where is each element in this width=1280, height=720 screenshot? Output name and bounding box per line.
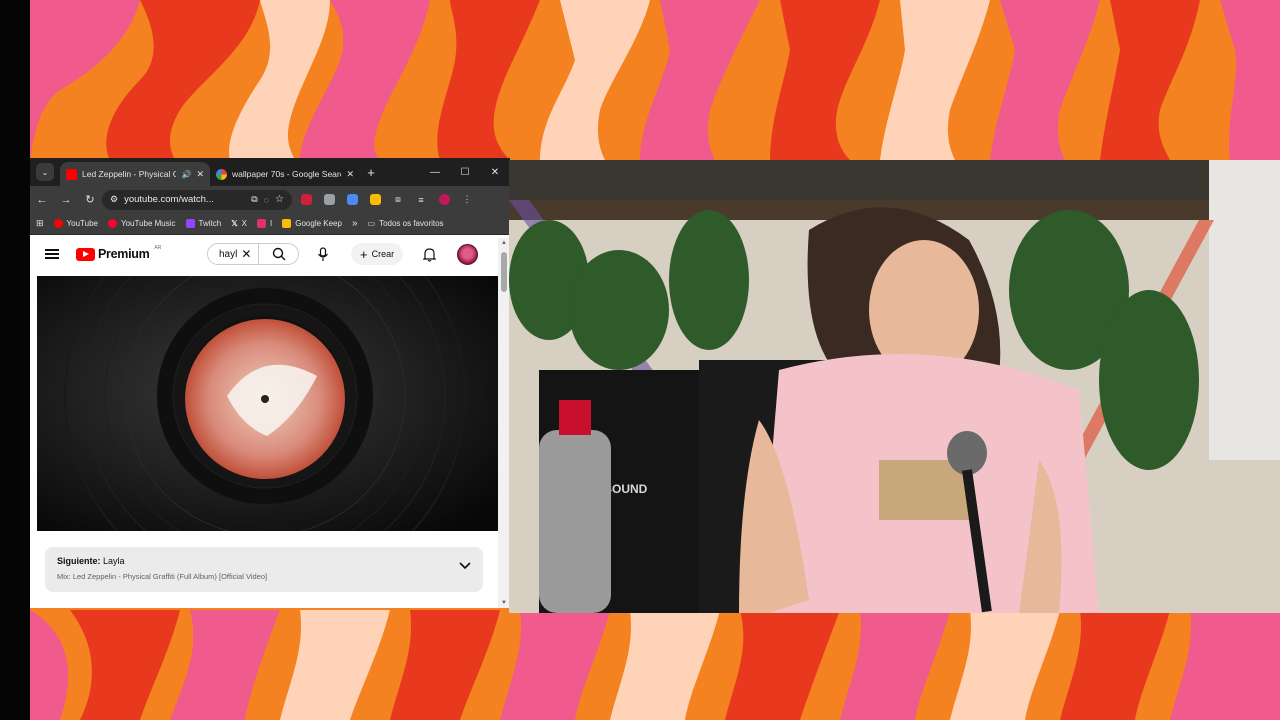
tab-bar: ⌄ Led Zeppelin - Physical Gr 🔊 ✕ wallpap… xyxy=(30,158,510,186)
up-next-prefix: Siguiente: xyxy=(57,556,101,566)
reload-icon[interactable]: ↻ xyxy=(78,193,102,206)
search-button[interactable] xyxy=(259,243,299,265)
close-window-icon[interactable]: ✕ xyxy=(480,167,510,178)
tab-title: wallpaper 70s - Google Search xyxy=(232,169,342,179)
instagram-icon xyxy=(257,219,267,228)
youtube-header: Premium AR hayl ✕ + Crear xyxy=(30,235,510,273)
close-tab-icon[interactable]: ✕ xyxy=(346,169,354,180)
microphone-icon[interactable] xyxy=(313,244,333,264)
bookmark-label: X xyxy=(241,219,248,228)
bookmark-label: Twitch xyxy=(198,219,222,228)
bookmarks-bar: ⊞ YouTube YouTube Music Twitch 𝕏X I Goog… xyxy=(30,213,510,235)
logo-text: Premium xyxy=(98,247,150,261)
apps-grid-icon[interactable]: ⊞ xyxy=(36,218,44,229)
search-input[interactable]: hayl ✕ xyxy=(207,243,259,265)
browser-toolbar: ← → ↻ ⚙ youtube.com/watch... ⧉ ◌ ☆ ⧈ ≡ ⋮ xyxy=(30,186,510,213)
scroll-down-icon[interactable]: ▼ xyxy=(501,600,507,606)
youtube-premium-logo[interactable]: Premium AR xyxy=(76,245,162,261)
minimize-icon[interactable]: — xyxy=(420,167,450,178)
up-next-panel[interactable]: Siguiente: Layla Mix: Led Zeppelin - Phy… xyxy=(45,547,483,592)
extension-ublock-icon[interactable] xyxy=(297,191,315,209)
speaker-icon[interactable]: 🔊 xyxy=(181,170,191,179)
maximize-icon[interactable]: ☐ xyxy=(450,167,480,178)
bookmark-youtube[interactable]: YouTube xyxy=(53,219,98,228)
extension-translate-icon[interactable] xyxy=(343,191,361,209)
search-icon xyxy=(272,247,285,261)
all-bookmarks-folder[interactable]: ▭ Todos os favoritos xyxy=(368,219,444,228)
create-button[interactable]: + Crear xyxy=(351,243,404,265)
eye-off-icon[interactable]: ◌ xyxy=(264,195,269,205)
youtube-play-icon xyxy=(76,247,95,261)
youtube-icon xyxy=(66,168,77,180)
more-menu-icon[interactable]: ⋮ xyxy=(458,191,476,209)
vinyl-record-artwork xyxy=(37,276,498,531)
address-bar[interactable]: ⚙ youtube.com/watch... ⧉ ◌ ☆ xyxy=(102,189,292,210)
twitch-icon xyxy=(185,219,195,228)
bookmark-x[interactable]: 𝕏X xyxy=(231,219,247,228)
bookmark-twitch[interactable]: Twitch xyxy=(185,219,222,228)
back-icon[interactable]: ← xyxy=(30,194,54,206)
browser-window: ⌄ Led Zeppelin - Physical Gr 🔊 ✕ wallpap… xyxy=(30,158,510,608)
extensions-puzzle-icon[interactable]: ⧈ xyxy=(389,191,407,209)
youtube-icon xyxy=(53,219,63,228)
url-text: youtube.com/watch... xyxy=(124,194,214,205)
bookmark-youtube-music[interactable]: YouTube Music xyxy=(107,219,176,228)
google-icon xyxy=(216,168,227,180)
keep-icon xyxy=(282,219,292,228)
plus-icon: + xyxy=(360,246,368,262)
media-controls-icon[interactable]: ≡ xyxy=(412,191,430,209)
install-icon[interactable]: ⧉ xyxy=(251,194,257,205)
bookmark-label: YouTube xyxy=(66,219,98,228)
tab-title: Led Zeppelin - Physical Gr xyxy=(82,169,177,179)
forward-icon[interactable]: → xyxy=(54,194,78,206)
logo-region: AR xyxy=(154,245,162,251)
video-player[interactable] xyxy=(37,276,498,531)
tab-led-zeppelin[interactable]: Led Zeppelin - Physical Gr 🔊 ✕ xyxy=(60,162,210,186)
up-next-playlist: Mix: Led Zeppelin - Physical Graffiti (F… xyxy=(57,572,268,581)
bookmark-google-keep[interactable]: Google Keep xyxy=(282,219,342,228)
create-label: Crear xyxy=(371,249,395,259)
bookmark-label: I xyxy=(270,219,273,228)
profile-avatar-icon[interactable] xyxy=(435,191,453,209)
bookmark-star-icon[interactable]: ☆ xyxy=(275,194,284,205)
bookmark-label: Todos os favoritos xyxy=(379,219,444,228)
left-letterbox xyxy=(0,0,30,720)
site-settings-icon[interactable]: ⚙ xyxy=(110,194,118,205)
clear-search-icon[interactable]: ✕ xyxy=(241,247,251,261)
close-tab-icon[interactable]: ✕ xyxy=(196,169,204,180)
x-icon: 𝕏 xyxy=(231,219,238,228)
bookmark-label: Google Keep xyxy=(295,219,342,228)
bookmark-label: YouTube Music xyxy=(120,219,176,228)
extension-video-icon[interactable] xyxy=(320,191,338,209)
scrollbar-thumb[interactable] xyxy=(501,252,507,292)
account-avatar[interactable] xyxy=(457,244,478,265)
extension-keep-icon[interactable] xyxy=(366,191,384,209)
new-tab-button[interactable]: + xyxy=(360,165,382,180)
bookmarks-overflow-icon[interactable]: » xyxy=(352,218,358,229)
notifications-bell-icon[interactable] xyxy=(419,244,439,264)
scroll-up-icon[interactable]: ▲ xyxy=(501,240,507,246)
tab-wallpaper-search[interactable]: wallpaper 70s - Google Search ✕ xyxy=(210,162,360,186)
up-next-title: Layla xyxy=(103,556,125,566)
bookmark-instagram[interactable]: I xyxy=(257,219,272,228)
search-value: hayl xyxy=(219,248,238,260)
youtube-music-icon xyxy=(107,219,117,228)
folder-icon: ▭ xyxy=(367,219,376,228)
webcam-feed: SOUND xyxy=(509,160,1280,613)
hamburger-menu-icon[interactable] xyxy=(45,249,59,259)
tab-search-button[interactable]: ⌄ xyxy=(36,163,54,181)
chevron-down-icon[interactable] xyxy=(459,562,471,570)
